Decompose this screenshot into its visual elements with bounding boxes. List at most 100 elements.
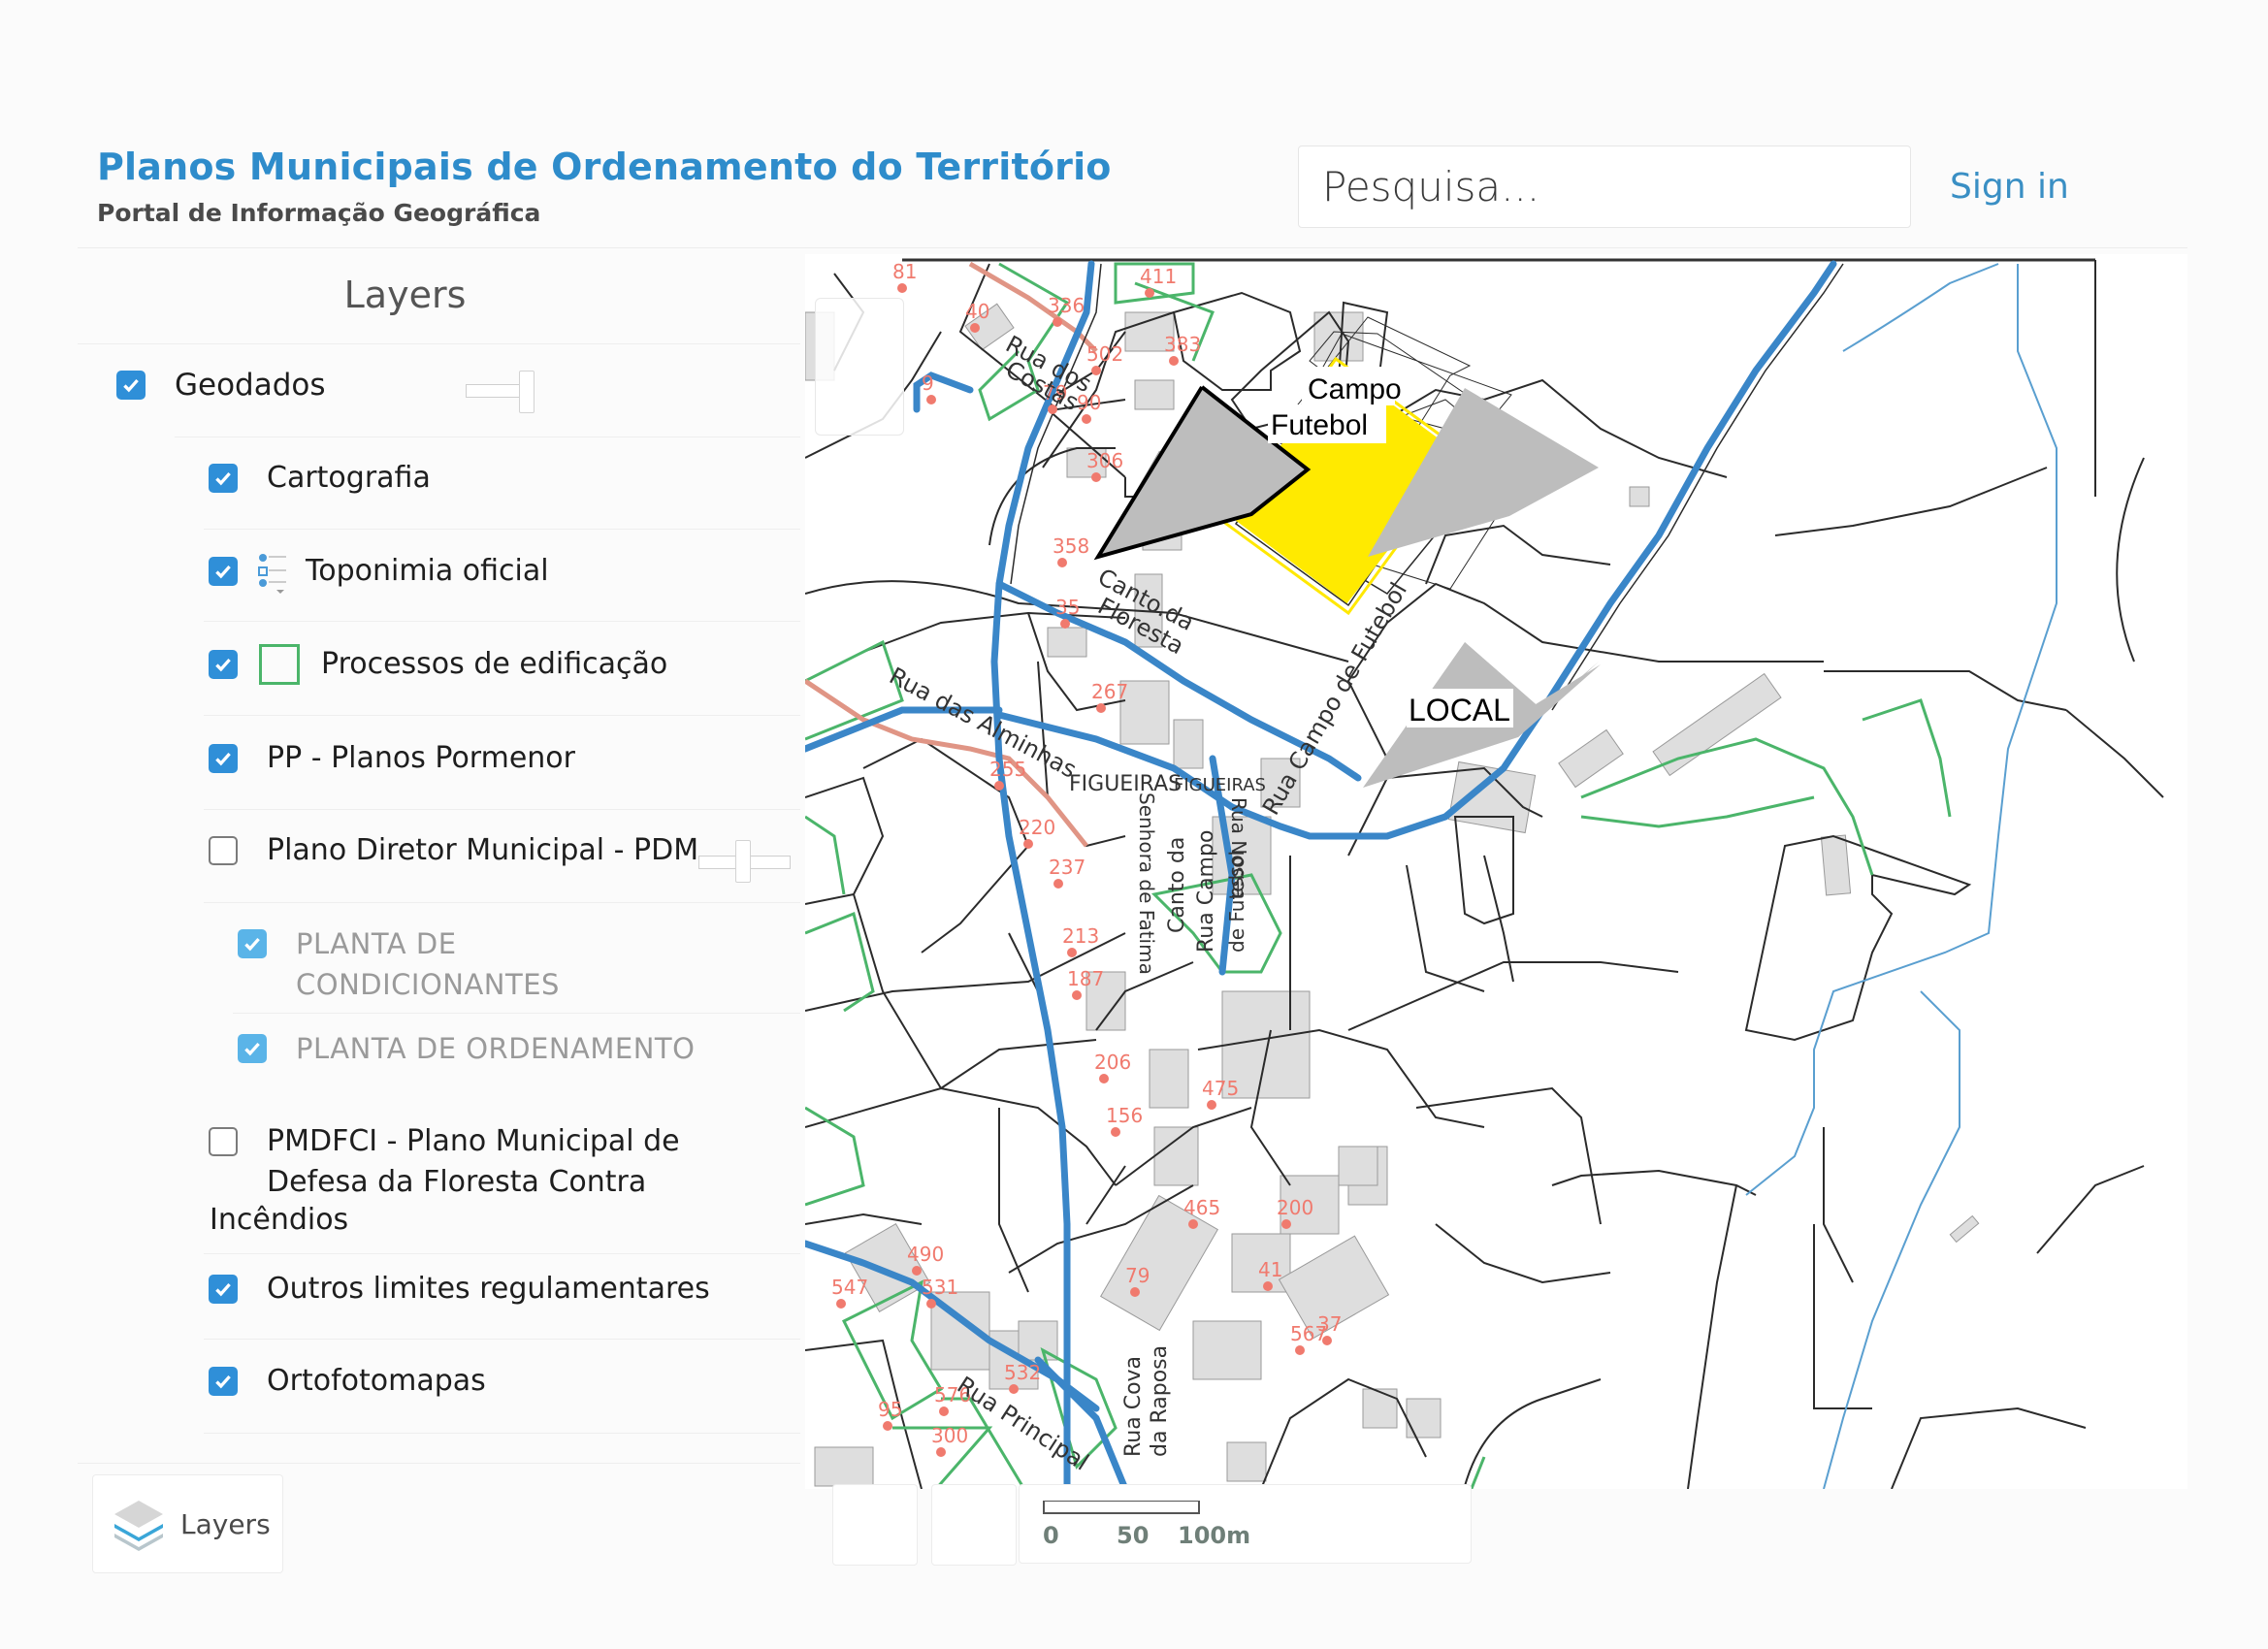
scale-label-50: 50 [1117,1522,1150,1549]
stream [1842,263,1999,352]
parcel-line [1823,1127,1854,1283]
street-label: de Futebol [1225,851,1248,953]
building [1949,1214,1980,1244]
address-number: 206 [1094,1051,1131,1074]
map-canvas[interactable]: 81 40 336 79 502 9 90 411 383 306 358 35 267 255 220 23… [805,254,2187,1489]
search-input[interactable] [1299,146,1910,227]
layer-label: Cartografia [267,461,431,495]
building [814,1446,874,1487]
parcel-line [1551,1169,1757,1196]
map-control-button[interactable] [832,1484,918,1566]
layers-panel: Layers Geodados Cartografia Toponimia of… [78,254,805,1583]
check-icon [244,937,260,952]
checkbox-outros-limites[interactable] [209,1275,238,1304]
address-dot [936,1447,946,1457]
address-dot [1188,1219,1198,1229]
address-number: 336 [1048,294,1085,317]
address-number: 79 [1125,1264,1150,1287]
app-title: Planos Municipais de Ordenamento do Terr… [97,146,1112,188]
scale-label-0: 0 [1043,1522,1059,1549]
building [1362,1388,1398,1429]
layers-panel-title: Layers [343,274,467,316]
zoom-controls[interactable] [815,298,904,436]
layer-label: Plano Diretor Municipal - PDM [267,833,699,867]
street-label: Canto da [1165,837,1189,933]
divider [204,1433,800,1434]
annotation-futebol: Futebol [1271,409,1368,441]
address-dot [1053,317,1062,327]
layer-item-pmdfci: PMDFCI - Plano Municipal de Defesa da Fl… [209,1124,680,1203]
address-number: 465 [1183,1196,1220,1219]
street-label: Rua Campo de Futebol [1257,578,1412,820]
place-label: FIGUEIRAS [1069,772,1182,796]
address-number: 200 [1277,1196,1313,1219]
divider [175,436,800,437]
address-dot [1281,1219,1291,1229]
address-number: 255 [989,758,1026,781]
street-label: Senhora de Fatima [1135,792,1158,975]
parcel-line [1425,524,1611,585]
address-number: 220 [1019,816,1055,839]
parcel-line [1347,961,1679,1031]
parcel-line [1891,1406,2087,1489]
building [1338,1146,1378,1186]
opacity-slider-geodados[interactable] [466,384,524,398]
divider [204,809,800,810]
address-dot [1169,356,1179,366]
address-dot [1057,558,1067,567]
checkbox-planta-condicionantes[interactable] [238,929,267,958]
address-dot [1263,1281,1273,1291]
address-dot [1067,948,1077,957]
annotation-campo: Campo [1308,373,1402,405]
address-dot [926,1299,936,1309]
parcel-line [1260,1377,1427,1489]
search-box[interactable] [1298,146,1911,228]
opacity-slider-handle[interactable] [519,371,535,413]
address-number: 213 [1062,924,1099,948]
divider [204,902,800,903]
checkbox-geodados[interactable] [116,371,146,400]
address-dot [1072,990,1082,1000]
address-dot [1023,839,1033,849]
map-svg[interactable]: 8140 336795029904113833063583526725522023… [805,254,2187,1489]
checkbox-pmdfci[interactable] [209,1127,238,1156]
address-dot [836,1299,846,1309]
building [1153,1126,1199,1186]
divider [204,1339,800,1340]
parcel-line [2065,709,2164,798]
address-number: 95 [878,1398,902,1421]
parcel-line [1464,1378,1602,1487]
opacity-slider-handle[interactable] [735,840,751,883]
divider [78,343,800,344]
checkbox-cartografia[interactable] [209,464,238,493]
place-label: FIGUEIRAS [1174,775,1266,795]
checkbox-toponimia[interactable] [209,557,238,586]
checkbox-processos[interactable] [209,650,238,679]
layers-toggle-label: Layers [180,1507,271,1540]
address-dot [1111,1127,1120,1137]
checkbox-pp[interactable] [209,744,238,773]
address-number: 547 [831,1276,868,1299]
parcel-line [2036,1165,2145,1254]
label-line: PLANTA DE [296,927,457,960]
layers-toggle-button[interactable]: Layers [92,1474,283,1573]
address-number: 41 [1258,1258,1282,1281]
divider [78,1463,800,1464]
address-dot [1082,414,1091,424]
layer-label-continuation: Incêndios [210,1203,349,1237]
street-label: da Raposa [1148,1345,1172,1457]
address-dot [970,323,980,333]
checkbox-planta-ordenamento[interactable] [238,1034,267,1063]
scale-bar-box: 0 50 100m [1019,1484,1472,1564]
checkbox-pdm[interactable] [209,836,238,865]
address-dot [1053,879,1063,889]
checkbox-ortofotomapas[interactable] [209,1367,238,1396]
building [1047,627,1087,658]
label-line: CONDICIONANTES [296,968,560,1001]
divider [204,529,800,530]
layer-label: PLANTA DE CONDICIONANTES [296,923,560,1005]
map-control-button[interactable] [931,1484,1017,1566]
sign-in-link[interactable]: Sign in [1950,167,2069,207]
parcel [1744,834,1972,1042]
address-dot [1096,703,1106,713]
